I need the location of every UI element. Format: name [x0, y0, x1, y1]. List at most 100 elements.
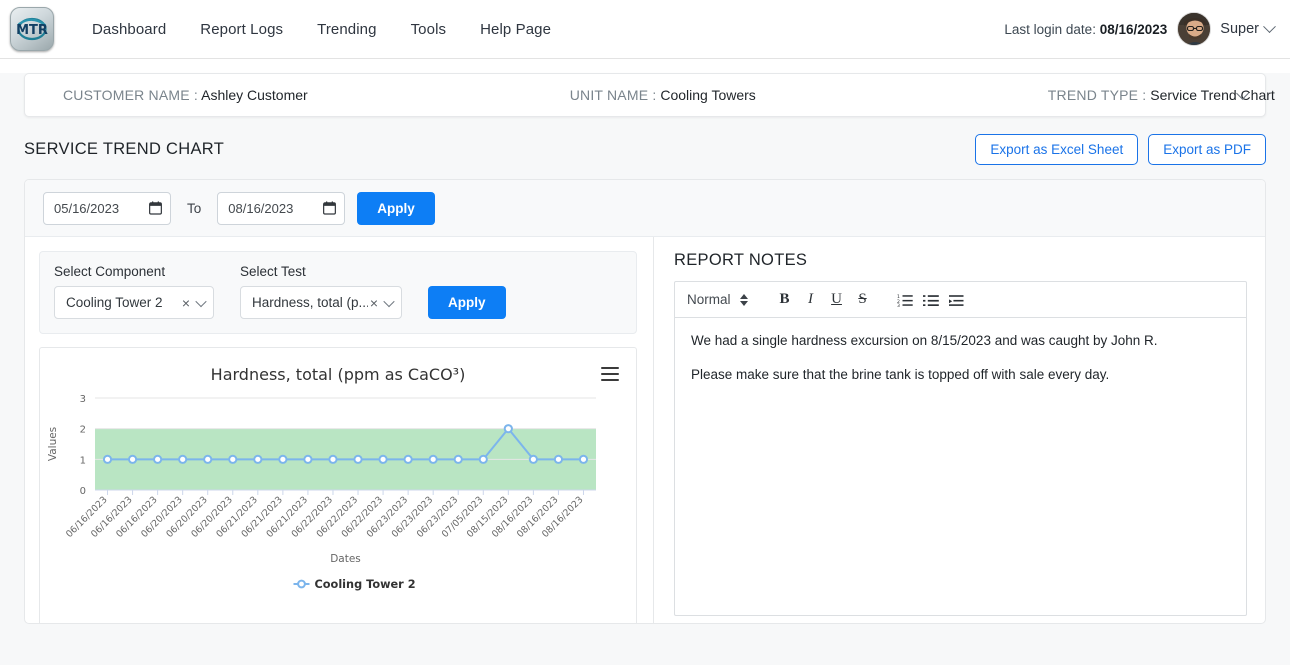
unit-name-field: UNIT NAME : Cooling Towers — [570, 87, 756, 103]
bullet-list-icon — [922, 294, 939, 306]
avatar-image — [1178, 13, 1211, 45]
y-axis-tick-label: 0 — [80, 486, 86, 497]
date-from-value: 05/16/2023 — [54, 200, 120, 216]
format-style-value: Normal — [687, 292, 731, 307]
select-test-dropdown[interactable]: Hardness, total (p... × — [240, 286, 402, 319]
report-notes-title: REPORT NOTES — [674, 251, 808, 269]
date-from-input[interactable]: 05/16/2023 — [43, 191, 171, 225]
underline-button[interactable]: U — [824, 287, 850, 313]
nav-link-report-logs[interactable]: Report Logs — [200, 21, 283, 38]
chart-data-point — [453, 454, 463, 464]
chart-data-point — [127, 454, 138, 464]
clear-component-icon[interactable]: × — [182, 296, 190, 310]
chart-selectors: Select Component Cooling Tower 2 × Selec… — [39, 251, 637, 334]
select-component-value: Cooling Tower 2 — [66, 295, 163, 310]
last-login-date: 08/16/2023 — [1099, 21, 1168, 37]
y-axis-tick-label: 3 — [80, 394, 86, 405]
indent-button[interactable] — [944, 287, 970, 313]
report-notes-pane: REPORT NOTES Normal B I U S 1 2 3 We had… — [654, 237, 1265, 623]
select-component-label: Select Component — [54, 264, 166, 279]
italic-button[interactable]: I — [798, 287, 824, 313]
svg-text:MTR: MTR — [16, 23, 48, 38]
nav-link-help-page[interactable]: Help Page — [480, 21, 551, 38]
report-notes-content[interactable]: We had a single hardness excursion on 8/… — [675, 318, 1246, 615]
main-content-card: 05/16/2023 To 08/16/2023 Apply Select Co… — [24, 179, 1266, 624]
y-axis-tick-label: 2 — [80, 425, 86, 436]
format-style-dropdown[interactable]: Normal — [687, 292, 748, 307]
legend-marker — [297, 579, 306, 589]
y-axis-tick-label: 1 — [80, 455, 86, 466]
navbar-right: Last login date: 08/16/2023 Super — [1004, 12, 1276, 46]
nav-link-tools[interactable]: Tools — [411, 21, 447, 38]
chart-data-point — [578, 454, 589, 464]
chart-menu-icon[interactable] — [601, 367, 619, 384]
legend-item-label: Cooling Tower 2 — [315, 578, 416, 591]
chart-plot-area: 0123Values06/16/202306/16/202306/16/2023… — [47, 394, 596, 591]
chart-pane: Select Component Cooling Tower 2 × Selec… — [25, 237, 654, 623]
strikethrough-button[interactable]: S — [850, 287, 876, 313]
page-title-row: SERVICE TREND CHART Export as Excel Shee… — [24, 131, 1266, 167]
date-to-value: 08/16/2023 — [228, 200, 294, 216]
avatar[interactable] — [1177, 12, 1212, 46]
selectors-apply-button[interactable]: Apply — [428, 286, 506, 319]
chart-data-point — [353, 454, 363, 464]
chart-data-point — [328, 454, 338, 464]
y-axis-title: Values — [47, 427, 59, 461]
chevron-down-icon — [383, 295, 395, 307]
chart-data-point — [102, 454, 113, 464]
component-selector-group: Select Component Cooling Tower 2 × — [54, 264, 214, 319]
trend-type-value: Service Trend Chart — [1150, 87, 1275, 103]
test-selector-group: Select Test Hardness, total (p... × — [240, 264, 402, 319]
select-component-dropdown[interactable]: Cooling Tower 2 × — [54, 286, 214, 319]
user-menu[interactable]: Super — [1220, 19, 1276, 37]
chart-data-point — [503, 424, 513, 434]
chart-data-point — [478, 454, 488, 464]
unit-name-label: UNIT NAME : — [569, 87, 657, 103]
export-actions: Export as Excel Sheet Export as PDF — [975, 133, 1266, 165]
calendar-icon — [149, 201, 162, 215]
customer-name-label: CUSTOMER NAME : — [63, 87, 198, 103]
customer-name-value: Ashley Customer — [201, 87, 308, 103]
svg-text:3: 3 — [897, 303, 900, 307]
date-to-input[interactable]: 08/16/2023 — [217, 191, 346, 225]
report-note-paragraph: Please make sure that the brine tank is … — [691, 366, 1110, 382]
ordered-list-icon: 1 2 3 — [897, 294, 913, 307]
page-body: CUSTOMER NAME : Ashley Customer UNIT NAM… — [0, 73, 1290, 665]
page-title: SERVICE TREND CHART — [24, 139, 225, 158]
nav-link-dashboard[interactable]: Dashboard — [92, 21, 166, 38]
nav-link-trending[interactable]: Trending — [317, 21, 376, 38]
chart-title: Hardness, total (ppm as CaCO³) — [210, 365, 466, 384]
content-split: Select Component Cooling Tower 2 × Selec… — [25, 237, 1265, 623]
calendar-icon — [323, 201, 337, 215]
updown-arrows-icon — [739, 293, 748, 306]
export-pdf-button[interactable]: Export as PDF — [1148, 133, 1266, 165]
chart-data-point — [403, 454, 413, 464]
select-test-value: Hardness, total (p... — [252, 295, 368, 310]
bullet-list-button[interactable] — [918, 287, 944, 313]
app-logo[interactable]: MTR — [10, 7, 54, 51]
user-name-label: Super — [1220, 21, 1259, 37]
chart-data-point — [203, 454, 213, 464]
clear-test-icon[interactable]: × — [370, 296, 378, 310]
context-info-bar[interactable]: CUSTOMER NAME : Ashley Customer UNIT NAM… — [24, 73, 1275, 117]
report-notes-editor: Normal B I U S 1 2 3 We had a single har… — [674, 281, 1247, 616]
customer-name-field: CUSTOMER NAME : Ashley Customer — [63, 87, 308, 103]
chart-data-point — [378, 454, 388, 464]
report-note-paragraph: We had a single hardness excursion on 8/… — [691, 333, 1158, 348]
indent-icon — [948, 294, 964, 306]
chart-data-point — [428, 454, 438, 464]
top-navbar: MTR Dashboard Report Logs Trending Tools… — [0, 0, 1290, 59]
chart-data-point — [153, 454, 163, 464]
chart-data-point — [528, 454, 538, 464]
chevron-down-icon — [1263, 19, 1276, 33]
last-login-info: Last login date: 08/16/2023 — [1004, 22, 1167, 37]
date-apply-button[interactable]: Apply — [357, 191, 435, 225]
export-excel-button[interactable]: Export as Excel Sheet — [975, 133, 1139, 165]
chart-data-point — [278, 454, 288, 464]
ordered-list-button[interactable]: 1 2 3 — [892, 287, 918, 313]
chevron-down-icon — [195, 295, 207, 307]
mtr-logo-icon: MTR — [16, 17, 48, 41]
bold-button[interactable]: B — [772, 287, 798, 313]
chart-data-point — [553, 454, 564, 464]
trend-type-label: TREND TYPE : — [1047, 87, 1147, 103]
